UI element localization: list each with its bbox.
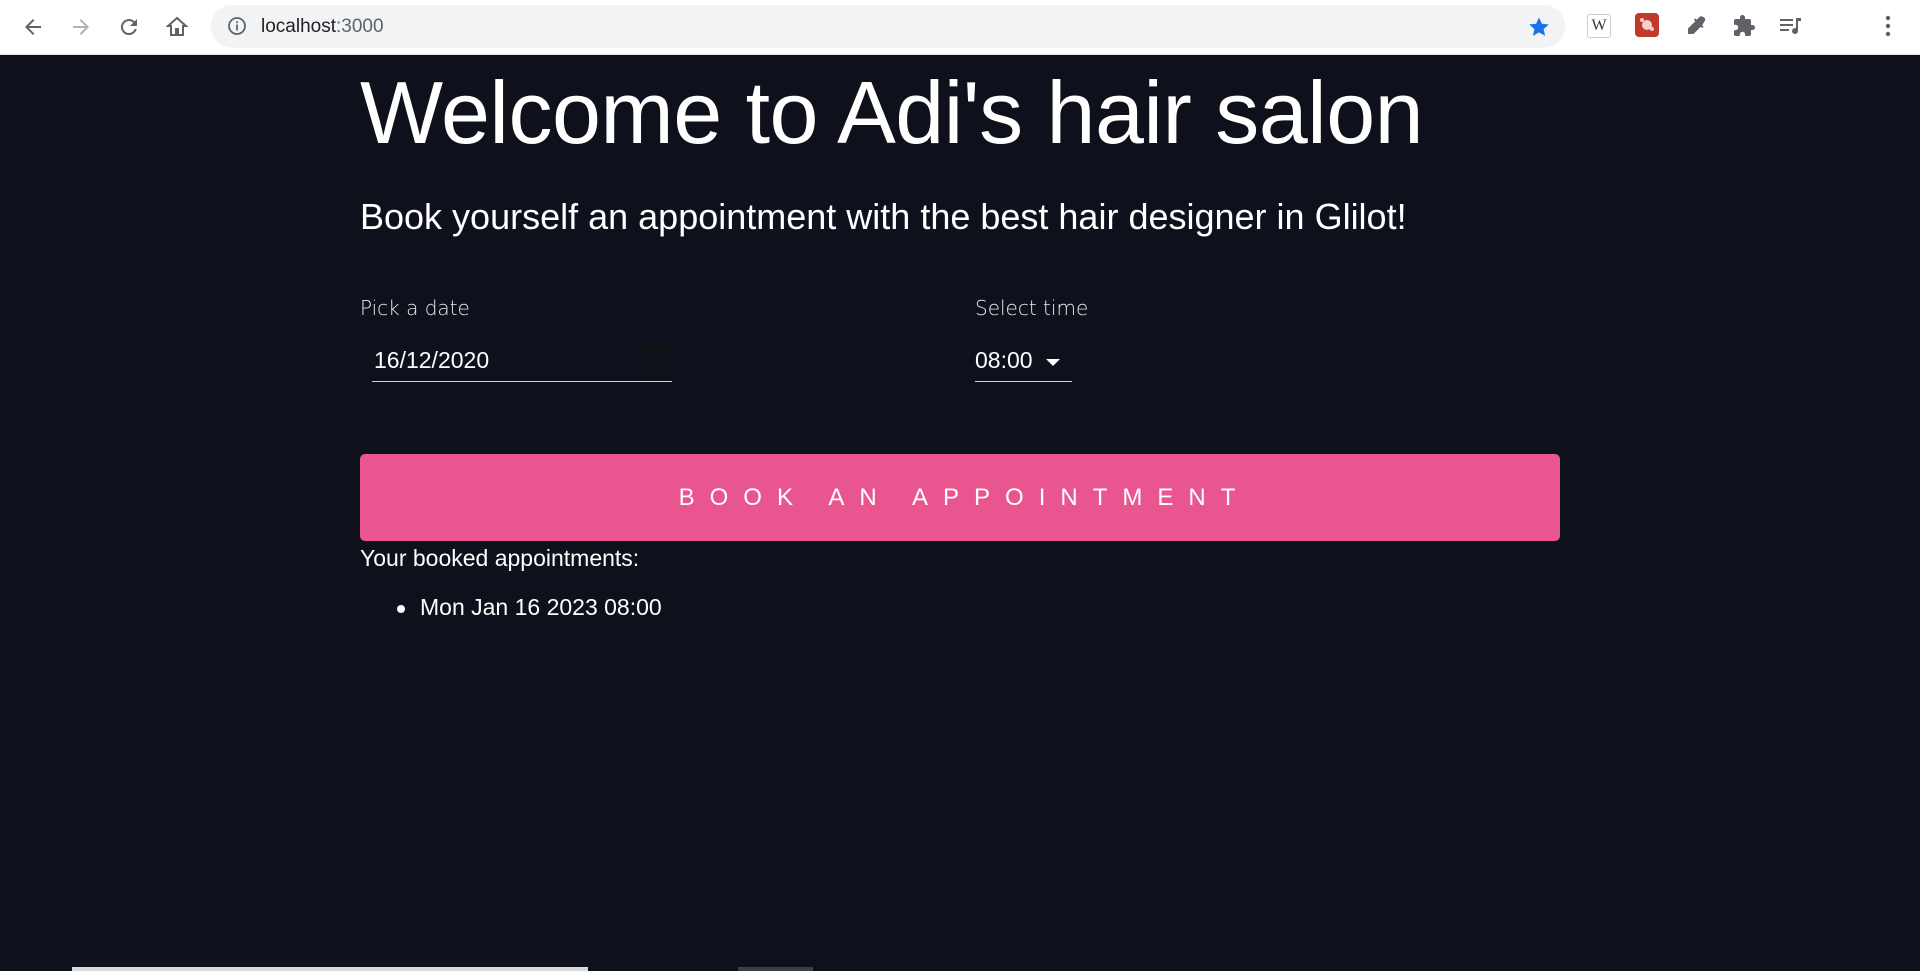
date-value: 16/12/2020 (374, 347, 490, 373)
time-value: 08:00 (975, 347, 1033, 373)
calendar-icon[interactable] (642, 345, 666, 371)
taskbar-strip (72, 967, 588, 971)
list-item: Mon Jan 16 2023 08:00 (360, 594, 662, 632)
url-text[interactable]: localhost:3000 (261, 16, 384, 38)
forward-button[interactable] (62, 8, 100, 46)
back-button[interactable] (14, 8, 52, 46)
red-extension-icon[interactable] (1635, 13, 1659, 37)
home-button[interactable] (158, 8, 196, 46)
page-subtitle: Book yourself an appointment with the be… (360, 196, 1407, 237)
arrow-right-icon (73, 19, 89, 35)
bookmark-star-icon[interactable] (1527, 15, 1551, 39)
arrow-left-icon (25, 19, 41, 35)
ext-w-label: W (1591, 17, 1607, 34)
url-port: :3000 (336, 16, 384, 37)
puzzle-icon[interactable] (1730, 12, 1758, 40)
date-field[interactable]: 16/12/2020 (372, 343, 672, 382)
time-label: Select time (975, 296, 1089, 320)
address-bar[interactable]: localhost:3000 (211, 5, 1565, 48)
media-queue-icon[interactable] (1777, 12, 1805, 40)
chevron-down-icon (1046, 359, 1060, 366)
home-icon (165, 16, 189, 36)
book-appointment-button[interactable]: Book an appointment (360, 454, 1560, 541)
time-select[interactable]: 08:00 (975, 343, 1072, 382)
page-title: Welcome to Adi's hair salon (360, 63, 1424, 162)
appointments-list: Mon Jan 16 2023 08:00 (360, 594, 662, 632)
wikipedia-extension-icon[interactable]: W (1587, 14, 1611, 38)
eyedropper-icon[interactable] (1682, 12, 1710, 40)
date-label: Pick a date (360, 296, 470, 320)
splatter-icon (1640, 18, 1654, 31)
booked-appointments-heading: Your booked appointments: (360, 545, 640, 571)
info-icon[interactable] (227, 16, 247, 36)
reload-button[interactable] (110, 8, 148, 46)
menu-kebab-icon[interactable] (1874, 12, 1902, 40)
browser-toolbar: localhost:3000 W (0, 0, 1920, 55)
reload-icon (120, 19, 137, 36)
url-host: localhost (261, 16, 336, 37)
taskbar-strip-2 (738, 967, 813, 971)
